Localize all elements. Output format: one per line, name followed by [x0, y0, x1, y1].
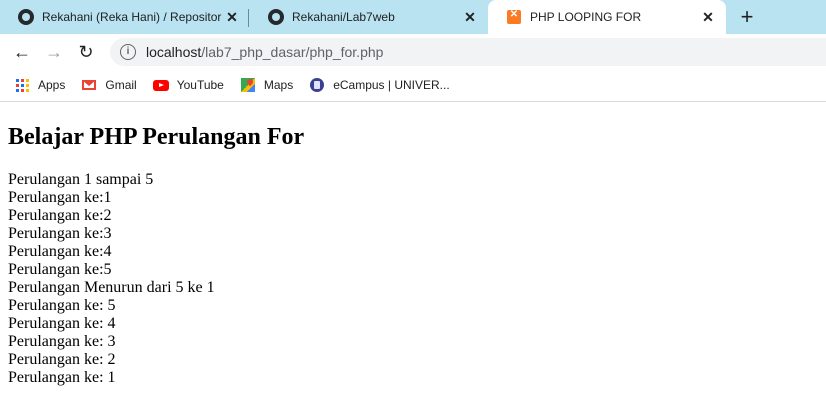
bookmark-label: Apps: [38, 78, 66, 92]
bookmark-label: Maps: [263, 78, 294, 92]
url-text[interactable]: localhost/lab7_php_dasar/php_for.php: [146, 44, 383, 60]
bookmark-label: Gmail: [105, 78, 137, 92]
bookmark-label: YouTube: [176, 78, 224, 92]
address-bar[interactable]: i localhost/lab7_php_dasar/php_for.php: [110, 38, 826, 66]
ecampus-icon: [309, 77, 325, 93]
bookmark-apps[interactable]: Apps: [14, 77, 65, 93]
tab-github-profile[interactable]: Rekahani (Reka Hani) / Repositor ✕: [0, 0, 250, 34]
output-line: Perulangan ke:4: [8, 243, 112, 260]
bookmark-maps[interactable]: Maps: [240, 77, 293, 93]
tab-divider: [248, 9, 249, 27]
output-line: Perulangan ke: 1: [8, 369, 116, 386]
page-title: Belajar PHP Perulangan For: [8, 124, 305, 150]
bookmark-label: eCampus | UNIVER...: [333, 78, 450, 92]
youtube-icon: [152, 77, 169, 93]
close-tab-icon[interactable]: ✕: [224, 9, 240, 25]
output-line: Perulangan ke: 5: [8, 297, 116, 314]
info-icon[interactable]: i: [120, 44, 136, 60]
tab-github-repo[interactable]: Rekahani/Lab7web ✕: [250, 0, 488, 34]
page-content: Belajar PHP Perulangan For Perulangan 1 …: [8, 102, 818, 387]
gmail-icon: [81, 77, 97, 93]
apps-grid-icon: [14, 77, 30, 93]
output-line: Perulangan Menurun dari 5 ke 1: [8, 279, 215, 296]
bookmark-youtube[interactable]: YouTube: [152, 77, 224, 93]
forward-arrow-icon[interactable]: →: [42, 40, 66, 64]
xampp-icon: [506, 9, 522, 25]
bookmark-gmail[interactable]: Gmail: [81, 77, 137, 93]
output-line: Perulangan ke: 4: [8, 315, 116, 332]
tab-strip: Rekahani (Reka Hani) / Repositor ✕ Rekah…: [0, 0, 826, 34]
maps-icon: [240, 77, 256, 93]
github-icon: [268, 9, 284, 25]
output-line: Perulangan ke:1: [8, 189, 112, 206]
url-host: localhost: [146, 44, 202, 60]
github-icon: [18, 9, 34, 25]
tab-active-php-looping[interactable]: PHP LOOPING FOR ✕: [488, 0, 726, 34]
output-line: Perulangan ke:3: [8, 225, 112, 242]
close-tab-icon[interactable]: ✕: [700, 9, 716, 25]
url-path: /lab7_php_dasar/php_for.php: [201, 44, 384, 60]
output-line: Perulangan 1 sampai 5: [8, 171, 154, 188]
bookmark-ecampus[interactable]: eCampus | UNIVER...: [309, 77, 450, 93]
output-line: Perulangan ke:2: [8, 207, 112, 224]
bookmarks-bar: Apps Gmail YouTube Maps eCampus | UNIVER…: [0, 70, 826, 100]
output-line: Perulangan ke: 3: [8, 333, 116, 350]
new-tab-button[interactable]: +: [736, 6, 758, 29]
back-arrow-icon[interactable]: ←: [10, 40, 34, 64]
browser-toolbar: ← → ↻ i localhost/lab7_php_dasar/php_for…: [0, 34, 826, 70]
reload-icon[interactable]: ↻: [74, 40, 98, 64]
tab-title: PHP LOOPING FOR: [530, 10, 642, 24]
output-line: Perulangan ke: 2: [8, 351, 116, 368]
tab-title: Rekahani (Reka Hani) / Repositor: [42, 10, 222, 24]
output-line: Perulangan ke:5: [8, 261, 112, 278]
tab-title: Rekahani/Lab7web: [292, 10, 395, 24]
close-tab-icon[interactable]: ✕: [462, 9, 478, 25]
